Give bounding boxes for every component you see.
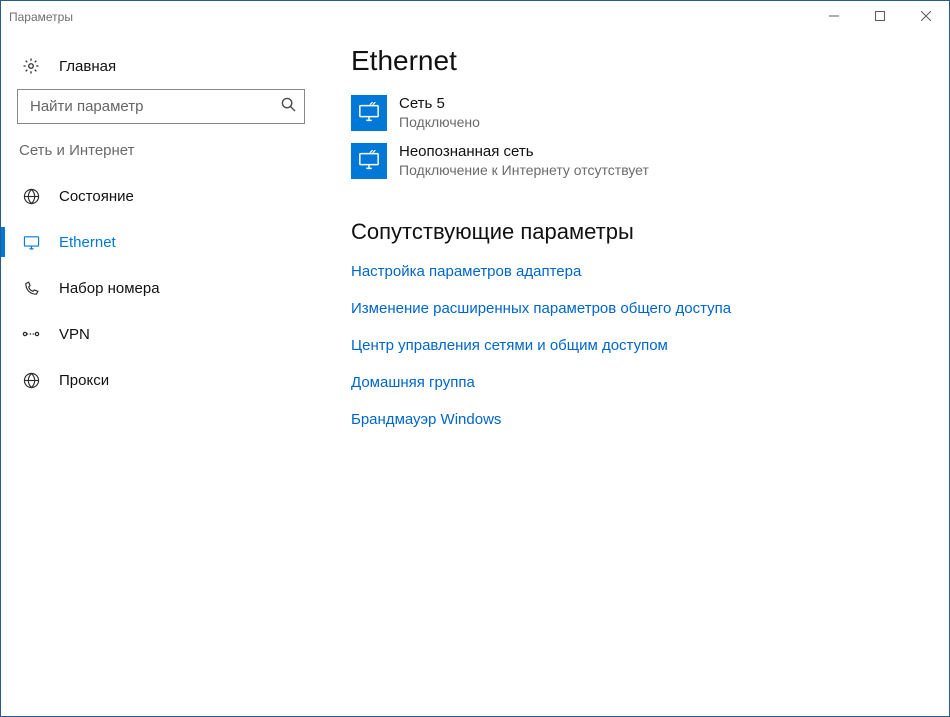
nav: Состояние Ethernet — [1, 173, 321, 403]
link-homegroup[interactable]: Домашняя группа — [351, 374, 475, 391]
sidebar-item-label: Состояние — [59, 188, 134, 205]
titlebar: Параметры — [1, 1, 949, 31]
globe-icon — [21, 188, 41, 205]
connection-item[interactable]: Сеть 5 Подключено — [351, 95, 929, 131]
search-container — [17, 89, 305, 124]
window-title: Параметры — [9, 9, 73, 24]
home-button[interactable]: Главная — [1, 53, 321, 89]
sidebar-item-ethernet[interactable]: Ethernet — [1, 219, 321, 265]
search-input[interactable] — [28, 97, 281, 116]
main-content: Ethernet Сеть 5 Подключено — [321, 31, 949, 716]
connection-text: Сеть 5 Подключено — [399, 95, 480, 131]
sidebar-item-vpn[interactable]: VPN — [1, 311, 321, 357]
vpn-icon — [21, 327, 41, 341]
link-network-center[interactable]: Центр управления сетями и общим доступом — [351, 337, 668, 354]
sidebar-item-proxy[interactable]: Прокси — [1, 357, 321, 403]
close-button[interactable] — [903, 1, 949, 31]
section-label: Сеть и Интернет — [1, 142, 321, 173]
connection-name: Неопознанная сеть — [399, 143, 649, 161]
link-adapter-settings[interactable]: Настройка параметров адаптера — [351, 263, 581, 280]
connection-item[interactable]: Неопознанная сеть Подключение к Интернет… — [351, 143, 929, 179]
window-controls — [811, 1, 949, 31]
sidebar-item-label: Набор номера — [59, 280, 160, 297]
home-label: Главная — [59, 58, 116, 75]
sidebar-item-dialup[interactable]: Набор номера — [1, 265, 321, 311]
page-title: Ethernet — [351, 45, 929, 77]
maximize-icon — [875, 11, 885, 21]
phone-icon — [21, 280, 41, 297]
connection-status: Подключено — [399, 113, 480, 131]
close-icon — [921, 11, 931, 21]
link-advanced-sharing[interactable]: Изменение расширенных параметров общего … — [351, 300, 731, 317]
sidebar-item-label: Ethernet — [59, 234, 116, 251]
gear-icon — [21, 57, 41, 75]
related-heading: Сопутствующие параметры — [351, 219, 929, 245]
monitor-icon — [351, 143, 387, 179]
globe-icon — [21, 372, 41, 389]
maximize-button[interactable] — [857, 1, 903, 31]
monitor-icon — [351, 95, 387, 131]
settings-window: Параметры Главная — [0, 0, 950, 717]
monitor-icon — [21, 234, 41, 251]
sidebar-item-status[interactable]: Состояние — [1, 173, 321, 219]
search-icon — [281, 97, 296, 117]
sidebar-item-label: VPN — [59, 326, 90, 343]
search-box[interactable] — [17, 89, 305, 124]
minimize-icon — [829, 11, 839, 21]
sidebar: Главная Сеть и Интернет — [1, 31, 321, 716]
minimize-button[interactable] — [811, 1, 857, 31]
connection-text: Неопознанная сеть Подключение к Интернет… — [399, 143, 649, 179]
connection-name: Сеть 5 — [399, 95, 480, 113]
link-windows-firewall[interactable]: Брандмауэр Windows — [351, 411, 501, 428]
connection-status: Подключение к Интернету отсутствует — [399, 161, 649, 179]
sidebar-item-label: Прокси — [59, 372, 109, 389]
